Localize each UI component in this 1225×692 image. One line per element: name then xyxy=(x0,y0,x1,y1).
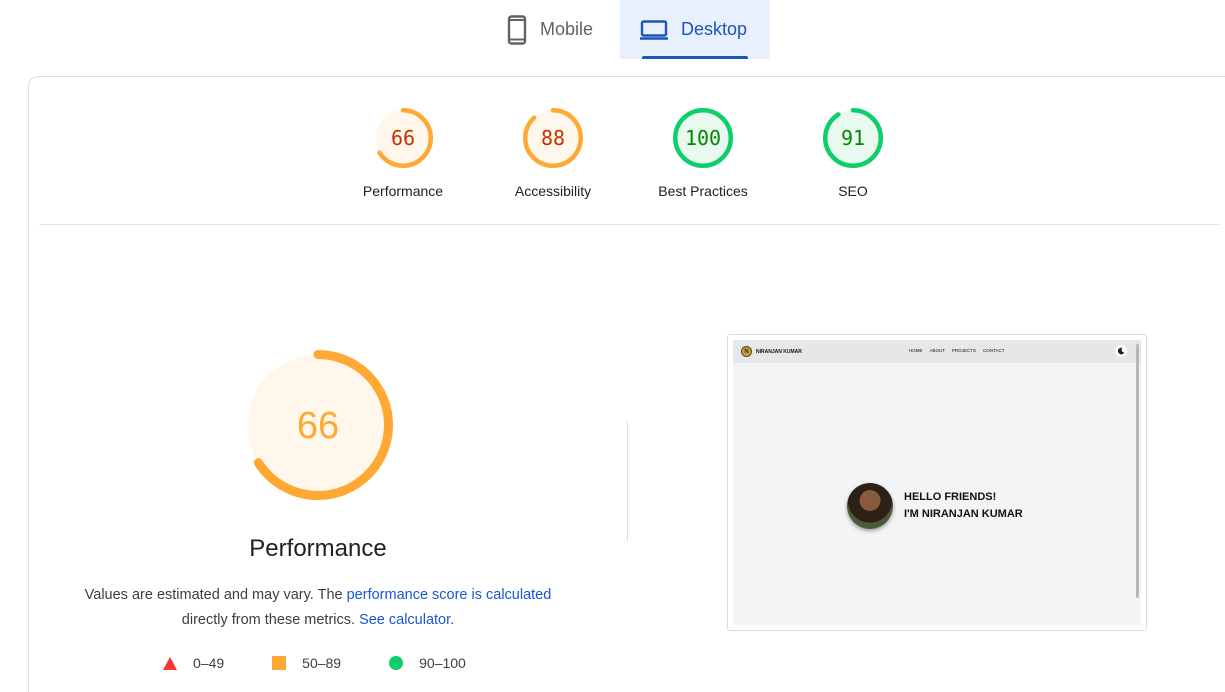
gauge-label: Best Practices xyxy=(658,183,748,199)
gauge-seo[interactable]: 91 SEO xyxy=(793,107,913,199)
desc-text: . xyxy=(450,612,455,628)
desc-text: directly from these metrics. xyxy=(181,612,360,628)
gauge-score: 66 xyxy=(391,126,415,150)
site-name: NIRANJAN KUMAR xyxy=(756,348,802,355)
legend-item-pass: 90–100 xyxy=(389,655,466,671)
moon-icon xyxy=(1115,345,1127,357)
nav-link: PROJECTS xyxy=(952,348,977,353)
circle-icon xyxy=(389,656,404,670)
performance-gauge-large: 66 xyxy=(242,349,394,506)
screenshot-nav-links: HOME ABOUT PROJECTS CONTACT xyxy=(909,348,1011,353)
tab-desktop-label: Desktop xyxy=(681,19,748,39)
gauge-label: SEO xyxy=(838,183,868,199)
screenshot-scrollbar xyxy=(1136,344,1139,598)
tab-mobile[interactable]: Mobile xyxy=(490,0,620,59)
legend-range: 90–100 xyxy=(419,655,466,671)
report-card: 66 Performance 88 Accessibility 100 Best… xyxy=(28,76,1225,692)
legend-range: 0–49 xyxy=(193,655,225,671)
gauge-score: 91 xyxy=(841,126,865,150)
screenshot-hero: HELLO FRIENDS! I'M NIRANJAN KUMAR xyxy=(847,483,1023,529)
score-gauges: 66 Performance 88 Accessibility 100 Best… xyxy=(29,77,1225,225)
pagespeed-report: Mobile Desktop 66 Performance 88 Accessi… xyxy=(0,0,1225,692)
final-screenshot[interactable]: N NIRANJAN KUMAR HOME ABOUT PROJECTS CON… xyxy=(727,334,1147,631)
screenshot-page: N NIRANJAN KUMAR HOME ABOUT PROJECTS CON… xyxy=(733,340,1141,625)
tab-mobile-label: Mobile xyxy=(540,19,594,39)
score-legend: 0–49 50–89 90–100 xyxy=(163,655,514,671)
triangle-icon xyxy=(163,656,177,670)
tab-desktop[interactable]: Desktop xyxy=(620,0,770,59)
section-divider xyxy=(39,224,1219,225)
score-calculated-link[interactable]: performance score is calculated xyxy=(347,587,552,603)
gauge-best-practices[interactable]: 100 Best Practices xyxy=(643,107,763,199)
desc-text: Values are estimated and may vary. The xyxy=(84,587,347,603)
nav-link: CONTACT xyxy=(983,348,1005,353)
hero-line: I'M NIRANJAN KUMAR xyxy=(904,508,1023,520)
legend-range: 50–89 xyxy=(302,655,342,671)
gauge-score: 88 xyxy=(541,126,565,150)
see-calculator-link[interactable]: See calculator xyxy=(359,612,450,628)
phone-icon xyxy=(507,14,527,45)
hero-text: HELLO FRIENDS! I'M NIRANJAN KUMAR xyxy=(904,489,1023,523)
performance-title: Performance xyxy=(249,535,387,562)
legend-item-average: 50–89 xyxy=(272,655,341,671)
gauge-score: 100 xyxy=(685,126,721,150)
gauge-score: 66 xyxy=(297,405,339,447)
hero-line: HELLO FRIENDS! xyxy=(904,491,997,503)
laptop-icon xyxy=(640,19,668,40)
gauge-label: Accessibility xyxy=(514,183,592,199)
legend-item-fail: 0–49 xyxy=(163,655,224,671)
avatar xyxy=(847,483,893,529)
vertical-divider xyxy=(627,421,628,541)
screenshot-navbar: N NIRANJAN KUMAR HOME ABOUT PROJECTS CON… xyxy=(733,340,1141,363)
square-icon xyxy=(272,656,287,670)
gauge-performance[interactable]: 66 Performance xyxy=(343,107,463,199)
nav-link: HOME xyxy=(909,348,923,353)
site-logo-icon: N xyxy=(741,346,752,357)
nav-link: ABOUT xyxy=(929,348,946,353)
gauge-accessibility[interactable]: 88 Accessibility xyxy=(493,107,613,199)
device-tabs: Mobile Desktop xyxy=(490,0,770,59)
gauge-label: Performance xyxy=(362,183,444,199)
performance-description: Values are estimated and may vary. The p… xyxy=(69,583,567,633)
